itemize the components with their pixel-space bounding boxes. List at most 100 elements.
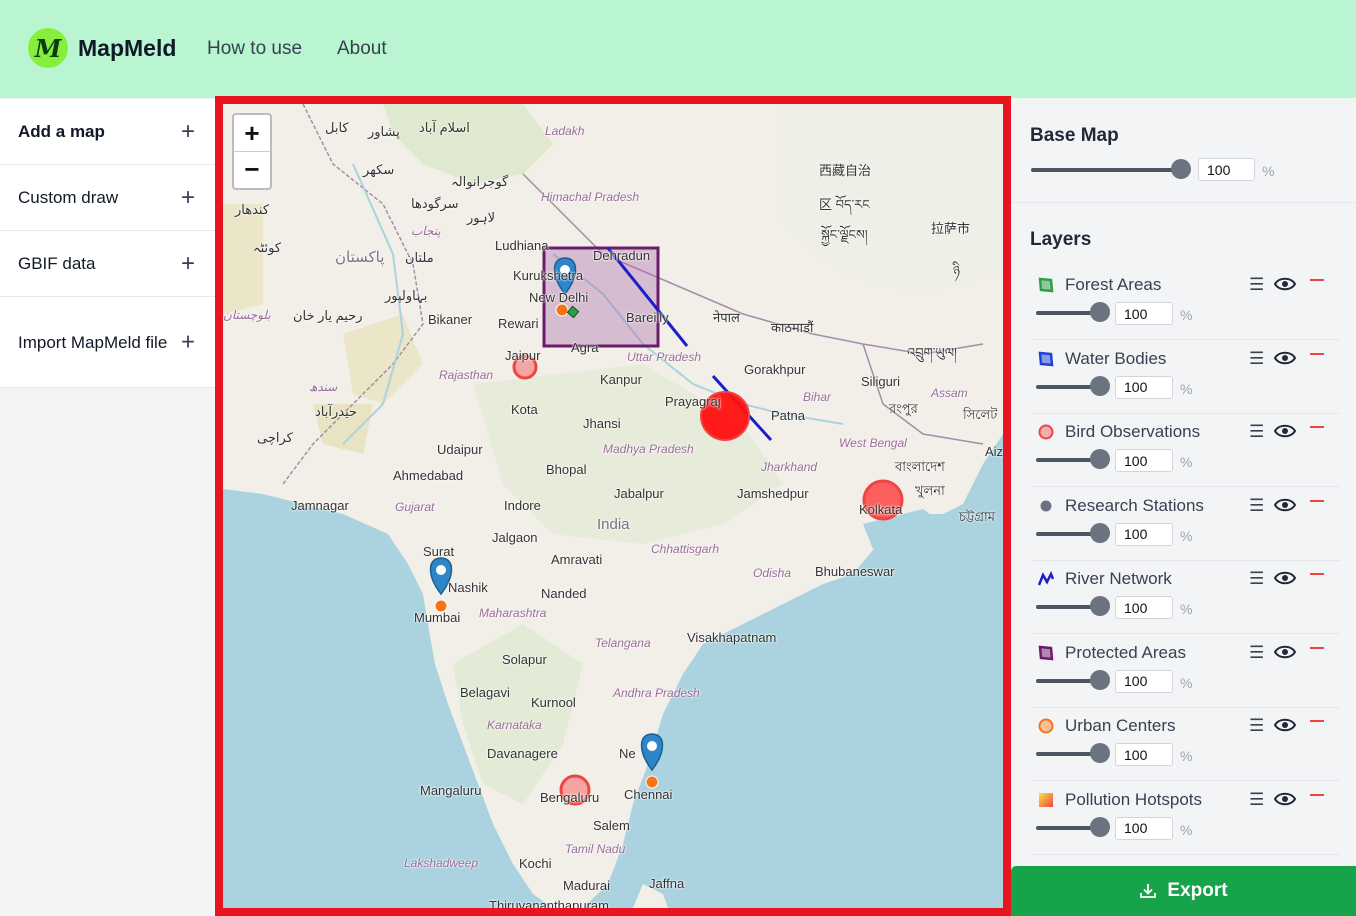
sidebar-item-add-map[interactable]: Add a map + xyxy=(0,99,215,165)
map-label: Jharkhand xyxy=(761,460,818,474)
map-label: بلوچستان xyxy=(223,308,271,322)
nav-how-to-use[interactable]: How to use xyxy=(207,38,302,60)
layer-opacity-input[interactable] xyxy=(1115,816,1173,840)
map-label: Himachal Pradesh xyxy=(541,190,640,204)
layer-name: Forest Areas xyxy=(1065,275,1162,294)
map-label: འབྲུག་ཡུལ། xyxy=(907,345,957,360)
map-label: لاہور xyxy=(467,210,496,225)
map-label: سکھر xyxy=(363,162,395,177)
eye-icon[interactable] xyxy=(1274,790,1296,808)
map-label: Bhopal xyxy=(546,462,587,477)
slider-knob[interactable] xyxy=(1090,596,1110,616)
map-label: སྐྱོང་ལྗོངས། xyxy=(821,227,868,242)
map-label: काठमाडौं xyxy=(771,320,814,335)
map-label: Gujarat xyxy=(395,500,435,514)
remove-layer-icon[interactable] xyxy=(1310,499,1324,502)
logo-icon[interactable]: M xyxy=(28,28,68,68)
slider-knob[interactable] xyxy=(1090,522,1110,543)
remove-layer-icon[interactable] xyxy=(1310,720,1324,722)
map-label: Solapur xyxy=(502,652,547,667)
slider-knob[interactable] xyxy=(1090,375,1110,396)
zoom-out-button[interactable]: − xyxy=(234,151,270,187)
sidebar-item-import-file[interactable]: Import MapMeld file + xyxy=(0,297,215,388)
map-label: Jhansi xyxy=(583,416,621,431)
slider-knob[interactable] xyxy=(1090,816,1110,837)
map-label: گوجرانوالہ xyxy=(451,174,509,189)
slider-knob[interactable] xyxy=(1171,159,1191,179)
remove-layer-icon[interactable] xyxy=(1310,573,1324,575)
eye-icon[interactable] xyxy=(1274,422,1296,440)
menu-icon[interactable]: ☰ xyxy=(1249,569,1264,589)
menu-icon[interactable]: ☰ xyxy=(1249,643,1264,663)
map-label: Kurnool xyxy=(531,695,576,710)
layer-opacity-input[interactable] xyxy=(1115,449,1173,472)
map-label: Uttar Pradesh xyxy=(627,350,702,364)
map-label: بہاولپور xyxy=(385,288,428,303)
plus-icon[interactable]: + xyxy=(181,330,195,355)
menu-icon[interactable]: ☰ xyxy=(1249,422,1264,442)
plus-icon[interactable]: + xyxy=(181,184,195,212)
layer-row: Water Bodies ☰% xyxy=(1030,341,1340,414)
remove-layer-icon[interactable] xyxy=(1310,646,1324,649)
zoom-in-button[interactable]: + xyxy=(234,115,270,151)
map-label: Udaipur xyxy=(437,442,483,457)
map-label: Indore xyxy=(504,498,541,513)
map-label: سندھ xyxy=(309,380,338,394)
map-label: খুলনা xyxy=(915,483,945,498)
map-label: ملتان xyxy=(405,250,434,265)
right-sidebar: Base Map % Layers Forest Areas☰%Water Bo… xyxy=(1011,99,1356,916)
percent-unit: % xyxy=(1180,821,1193,838)
layer-opacity-input[interactable] xyxy=(1115,522,1173,546)
brand-name[interactable]: MapMeld xyxy=(78,35,176,62)
remove-layer-icon[interactable] xyxy=(1310,793,1324,796)
eye-icon[interactable] xyxy=(1274,716,1296,734)
map-view[interactable]: Ladakh Himachal Pradesh Ludhiana Dehradu… xyxy=(215,96,1011,916)
layer-row: Protected Areas ☰% xyxy=(1030,635,1340,708)
menu-icon[interactable]: ☰ xyxy=(1249,275,1264,295)
plus-icon[interactable]: + xyxy=(181,250,195,278)
slider-knob[interactable] xyxy=(1090,449,1110,469)
nav-about[interactable]: About xyxy=(337,38,387,60)
eye-icon[interactable] xyxy=(1274,496,1296,514)
eye-icon[interactable] xyxy=(1274,643,1296,661)
dot-icon xyxy=(1040,500,1052,511)
map-label: Tamil Nadu xyxy=(565,842,626,856)
zoom-control: + − xyxy=(232,113,272,190)
eye-icon[interactable] xyxy=(1274,569,1296,587)
map-label: اسلام آباد xyxy=(419,120,470,135)
sidebar-item-gbif-data[interactable]: GBIF data + xyxy=(0,231,215,297)
remove-layer-icon[interactable] xyxy=(1310,279,1324,281)
export-button[interactable]: Export xyxy=(1011,866,1356,916)
eye-icon[interactable] xyxy=(1274,275,1296,293)
percent-unit: % xyxy=(1180,748,1193,764)
slider-knob[interactable] xyxy=(1090,302,1110,322)
menu-icon[interactable]: ☰ xyxy=(1249,716,1264,736)
eye-icon[interactable] xyxy=(1274,349,1296,367)
sidebar-item-custom-draw[interactable]: Custom draw + xyxy=(0,165,215,231)
map-label: کندهار xyxy=(235,202,270,217)
menu-icon[interactable]: ☰ xyxy=(1249,496,1264,516)
layer-row: Pollution Hotspots ☰% xyxy=(1030,782,1340,855)
map-label: Kanpur xyxy=(600,372,642,387)
layer-opacity-input[interactable] xyxy=(1115,743,1173,766)
menu-icon[interactable]: ☰ xyxy=(1249,790,1264,810)
map-label: Kolkata xyxy=(859,502,903,517)
map-label: Nashik xyxy=(448,580,488,595)
remove-layer-icon[interactable] xyxy=(1310,426,1324,428)
layer-opacity-input[interactable] xyxy=(1115,596,1173,619)
layer-name: Water Bodies xyxy=(1065,348,1167,368)
map-label: کراچی xyxy=(257,430,293,445)
layer-opacity-input[interactable] xyxy=(1115,375,1173,399)
basemap-opacity-slider[interactable] xyxy=(1031,168,1183,172)
basemap-opacity-input[interactable] xyxy=(1198,158,1255,181)
layer-opacity-input[interactable] xyxy=(1115,669,1173,693)
menu-icon[interactable]: ☰ xyxy=(1249,349,1264,369)
map-label: پنجاب xyxy=(411,224,441,238)
layer-name: Urban Centers xyxy=(1065,716,1176,735)
remove-layer-icon[interactable] xyxy=(1310,352,1324,355)
slider-knob[interactable] xyxy=(1090,669,1110,690)
layer-opacity-input[interactable] xyxy=(1115,302,1173,325)
percent-unit: % xyxy=(1180,454,1193,470)
slider-knob[interactable] xyxy=(1090,743,1110,763)
plus-icon[interactable]: + xyxy=(181,118,195,146)
